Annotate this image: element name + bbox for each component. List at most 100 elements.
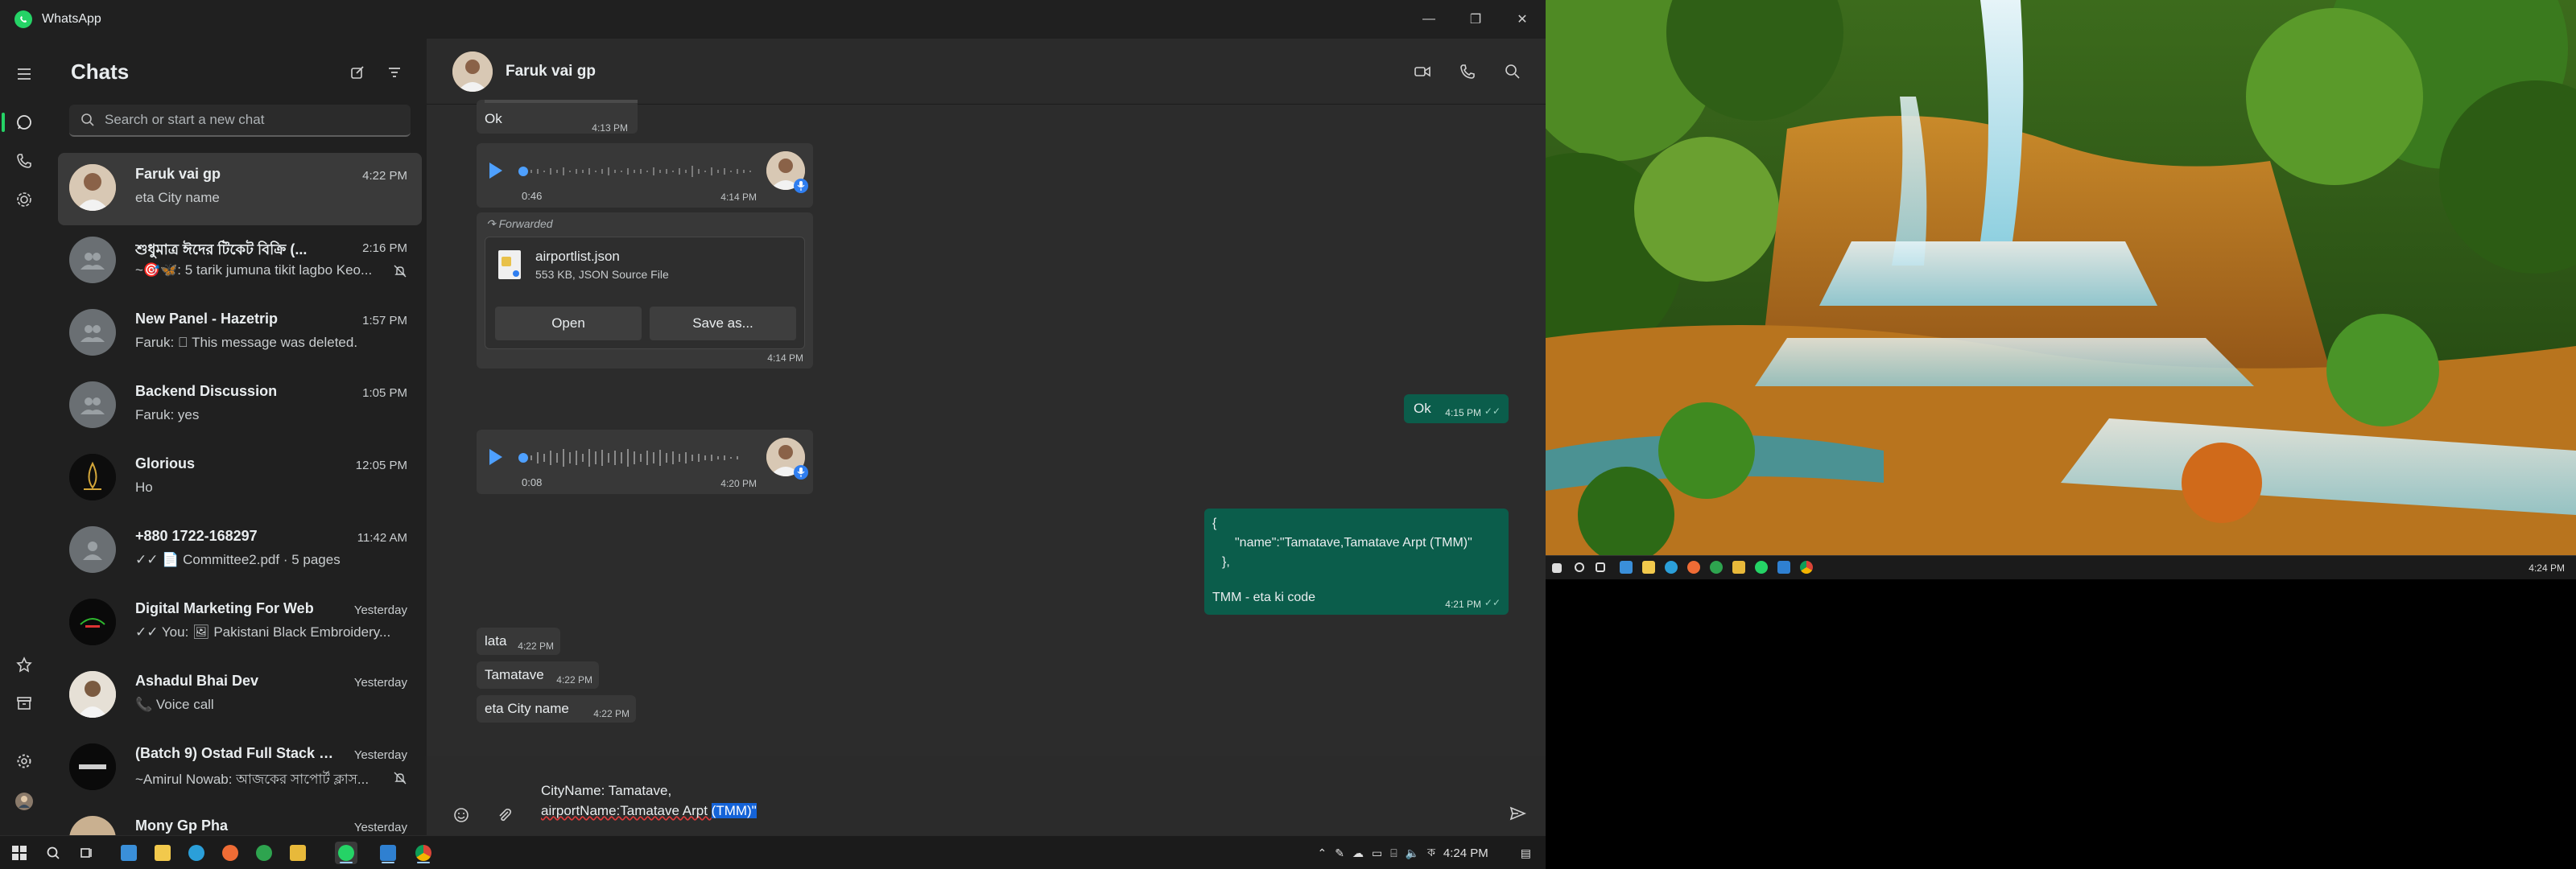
chat-item[interactable]: New Panel - Hazetrip 1:57 PM Faruk: ⃠ Th… (58, 298, 422, 370)
postman-icon[interactable] (1687, 561, 1700, 574)
message-incoming[interactable]: eta City name 4:22 PM (477, 695, 636, 723)
search-icon[interactable] (42, 842, 64, 864)
clock[interactable]: 4:24 PM (1443, 846, 1488, 860)
file-card[interactable]: airportlist.json 553 KB, JSON Source Fil… (485, 237, 805, 349)
browser-icon[interactable] (253, 842, 275, 864)
search-icon[interactable] (1575, 562, 1584, 572)
notifications-icon[interactable]: ▤ (1521, 846, 1531, 860)
chat-item[interactable]: Ashadul Bhai Dev Yesterday 📞 Voice call (58, 660, 422, 732)
message-input[interactable]: CityName: Tamatave, airportName:Tamatave… (541, 780, 757, 821)
calls-icon[interactable] (10, 146, 39, 175)
archive-icon[interactable] (10, 689, 39, 718)
chat-item[interactable]: Faruk vai gp 4:22 PM eta City name (58, 153, 422, 225)
new-chat-icon[interactable] (346, 61, 369, 84)
message-incoming[interactable]: Tamatave 4:22 PM (477, 661, 599, 689)
chat-time: Yesterday (353, 821, 407, 834)
app-icon[interactable] (1620, 561, 1633, 574)
chat-time: 1:57 PM (362, 314, 407, 327)
chat-name: Ashadul Bhai Dev (135, 673, 259, 689)
chat-item[interactable]: +880 1722-168297 11:42 AM ✓✓ 📄 Committee… (58, 515, 422, 587)
chat-item[interactable]: Digital Marketing For Web Yesterday ✓✓ Y… (58, 587, 422, 660)
postman-icon[interactable] (219, 842, 242, 864)
chat-preview: ✓✓ You: 🖼 Pakistani Black Embroidery... (135, 624, 391, 640)
muted-icon (394, 265, 407, 278)
play-icon[interactable] (489, 163, 502, 179)
task-view-icon[interactable] (76, 842, 98, 864)
open-file-button[interactable]: Open (495, 307, 642, 340)
volume-icon[interactable]: 🔈 (1406, 846, 1419, 860)
voice-message[interactable]: 0:46 4:14 PM (477, 143, 813, 208)
message-time: 4:13 PM (592, 122, 628, 134)
app-icon[interactable] (118, 842, 140, 864)
settings-icon[interactable] (10, 747, 39, 776)
whatsapp-taskbar-icon[interactable] (335, 842, 357, 864)
battery-icon[interactable]: ▭ (1372, 846, 1382, 860)
chrome-icon[interactable] (1800, 561, 1813, 574)
file-explorer-icon[interactable] (287, 842, 309, 864)
cloud-icon[interactable]: ☁ (1352, 846, 1364, 860)
voice-message[interactable]: 0:08 4:20 PM (477, 430, 813, 494)
start-icon[interactable] (1552, 563, 1562, 573)
close-button[interactable]: ✕ (1499, 0, 1546, 39)
message-composer[interactable]: CityName: Tamatave, airportName:Tamatave… (427, 756, 1546, 835)
file-explorer-icon[interactable] (1732, 561, 1745, 574)
pen-icon[interactable]: ✎ (1335, 846, 1344, 860)
avatar (69, 671, 116, 718)
task-view-icon[interactable] (1596, 562, 1605, 572)
message-incoming[interactable]: lata 4:22 PM (477, 628, 560, 655)
restore-button[interactable]: ❐ (1452, 0, 1499, 39)
whatsapp-taskbar-icon[interactable] (1755, 561, 1768, 574)
chat-item[interactable]: Glorious 12:05 PM Ho (58, 443, 422, 515)
chats-icon[interactable] (10, 108, 39, 137)
chat-item[interactable]: শুধুমাত্র ঈদের টিকেট বিক্রি (... 2:16 PM… (58, 225, 422, 298)
draft-line: CityName: Tamatave, (541, 783, 672, 798)
waveform (530, 166, 751, 177)
menu-icon[interactable] (10, 60, 39, 89)
message-incoming[interactable]: Ok 4:13 PM (477, 100, 638, 134)
message-outgoing[interactable]: { "name":"Tamatave,Tamatave Arpt (TMM)" … (1204, 509, 1509, 615)
audio-scrubber[interactable] (518, 167, 528, 176)
search-input[interactable] (105, 112, 394, 128)
selected-text: (TMM)" (711, 803, 757, 818)
muted-icon (394, 772, 407, 785)
play-icon[interactable] (489, 449, 502, 465)
search-icon[interactable] (1499, 58, 1526, 85)
sticky-notes-icon[interactable] (1642, 561, 1655, 574)
starred-icon[interactable] (10, 650, 39, 679)
chevron-up-icon[interactable]: ⌃ (1318, 846, 1327, 860)
send-icon[interactable] (1505, 801, 1530, 826)
sticky-notes-icon[interactable] (151, 842, 174, 864)
taskbar: ⌃ ✎ ☁ ▭ ⌸ 🔈 ক 4:24 PM ▤ (0, 835, 1546, 869)
save-as-button[interactable]: Save as... (650, 307, 796, 340)
browser-icon[interactable] (1710, 561, 1723, 574)
language-icon[interactable]: ক (1427, 843, 1435, 863)
video-call-icon[interactable] (1409, 58, 1436, 85)
vscode-icon[interactable] (1777, 561, 1790, 574)
audio-scrubber[interactable] (518, 453, 528, 463)
chat-item[interactable]: Backend Discussion 1:05 PM Faruk: yes (58, 370, 422, 443)
network-icon[interactable]: ⌸ (1390, 846, 1397, 860)
profile-avatar[interactable] (10, 787, 39, 816)
edge-icon[interactable] (1665, 561, 1678, 574)
search-box[interactable] (69, 105, 411, 137)
edge-icon[interactable] (185, 842, 208, 864)
nav-rail (0, 39, 48, 835)
group-avatar-icon (69, 309, 116, 356)
filter-icon[interactable] (383, 61, 406, 84)
voice-call-icon[interactable] (1454, 58, 1481, 85)
chrome-icon[interactable] (412, 842, 435, 864)
start-icon[interactable] (8, 842, 31, 864)
contact-avatar[interactable] (452, 51, 493, 92)
chat-item[interactable]: Mony Gp Pha Yesterday (58, 805, 422, 835)
minimize-button[interactable]: — (1406, 0, 1452, 39)
vscode-icon[interactable] (377, 842, 399, 864)
clock[interactable]: 4:24 PM (2529, 562, 2565, 574)
file-message[interactable]: ↷ Forwarded airportlist.json 553 KB, JSO… (477, 212, 813, 369)
message-outgoing[interactable]: Ok 4:15 PM ✓✓ (1404, 394, 1509, 423)
attach-icon[interactable] (493, 803, 517, 827)
chat-sidebar: Chats Faruk vai gp 4:22 PM eta City name… (48, 39, 427, 835)
emoji-icon[interactable] (449, 803, 473, 827)
status-icon[interactable] (10, 185, 39, 214)
chat-item[interactable]: (Batch 9) Ostad Full Stack We... Yesterd… (58, 732, 422, 805)
conversation-header[interactable]: Faruk vai gp (427, 39, 1546, 105)
